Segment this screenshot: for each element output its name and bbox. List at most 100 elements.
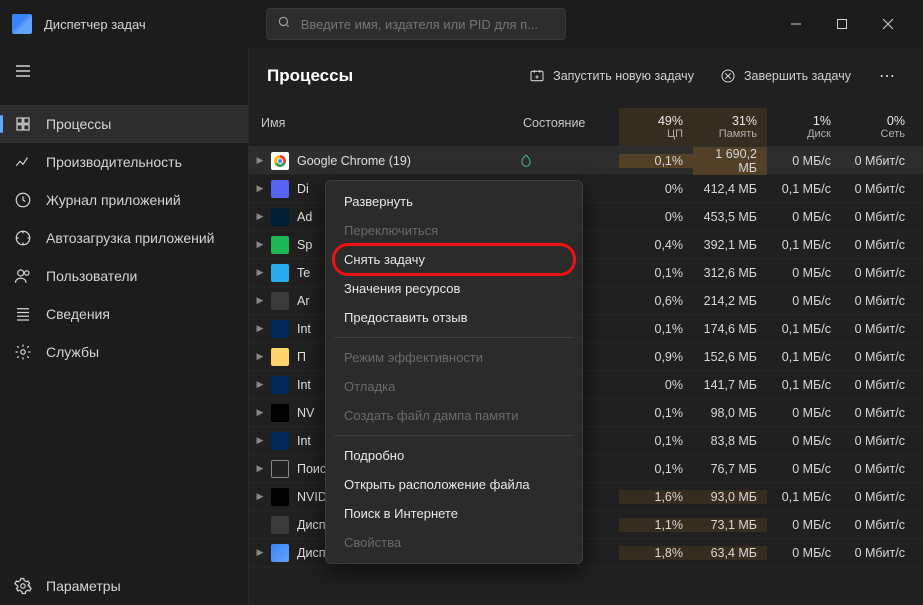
cell-memory: 412,4 МБ — [693, 182, 767, 196]
cell-cpu: 0,4% — [619, 238, 693, 252]
button-label: Запустить новую задачу — [553, 69, 694, 83]
cell-memory: 453,5 МБ — [693, 210, 767, 224]
context-separator — [334, 435, 574, 436]
sidebar-item-label: Процессы — [46, 116, 111, 132]
expand-chevron-icon[interactable]: ▶ — [249, 435, 271, 446]
context-item: Создать файл дампа памяти — [326, 401, 582, 430]
expand-chevron-icon[interactable]: ▶ — [249, 211, 271, 222]
cell-disk: 0 МБ/с — [767, 462, 841, 476]
column-cpu[interactable]: 49% ЦП — [619, 108, 693, 146]
context-item[interactable]: Снять задачу — [326, 245, 582, 274]
cell-disk: 0,1 МБ/с — [767, 182, 841, 196]
minimize-button[interactable] — [773, 8, 819, 40]
page-title: Процессы — [267, 66, 353, 86]
context-item[interactable]: Развернуть — [326, 187, 582, 216]
cell-memory: 1 690,2 МБ — [693, 147, 767, 175]
process-icon — [271, 488, 289, 506]
cell-disk: 0 МБ/с — [767, 518, 841, 532]
cell-disk: 0,1 МБ/с — [767, 490, 841, 504]
cell-cpu: 0,1% — [619, 154, 693, 168]
cell-network: 0 Мбит/с — [841, 434, 915, 448]
sidebar-item-performance[interactable]: Производительность — [0, 143, 248, 181]
end-task-button[interactable]: Завершить задачу — [714, 64, 857, 88]
performance-icon — [14, 153, 32, 171]
expand-chevron-icon[interactable]: ▶ — [249, 295, 271, 306]
cell-cpu: 0% — [619, 378, 693, 392]
search-input[interactable] — [301, 17, 555, 32]
expand-chevron-icon[interactable]: ▶ — [249, 155, 271, 166]
run-new-task-button[interactable]: Запустить новую задачу — [523, 64, 700, 88]
table-row[interactable]: ▶Google Chrome (19)0,1%1 690,2 МБ0 МБ/с0… — [249, 147, 923, 175]
expand-chevron-icon[interactable]: ▶ — [249, 351, 271, 362]
cell-network: 0 Мбит/с — [841, 210, 915, 224]
cell-disk: 0 МБ/с — [767, 210, 841, 224]
process-icon — [271, 460, 289, 478]
context-item[interactable]: Открыть расположение файла — [326, 470, 582, 499]
search-box[interactable] — [266, 8, 566, 40]
expand-chevron-icon[interactable]: ▶ — [249, 239, 271, 250]
sidebar-item-app-history[interactable]: Журнал приложений — [0, 181, 248, 219]
context-item: Отладка — [326, 372, 582, 401]
cell-disk: 0,1 МБ/с — [767, 378, 841, 392]
column-network[interactable]: 0% Сеть — [841, 108, 915, 146]
context-item[interactable]: Поиск в Интернете — [326, 499, 582, 528]
cell-network: 0 Мбит/с — [841, 378, 915, 392]
sidebar-item-label: Службы — [46, 344, 99, 360]
window-title: Диспетчер задач — [44, 17, 146, 32]
expand-chevron-icon[interactable]: ▶ — [249, 407, 271, 418]
window-controls — [773, 8, 911, 40]
table-header: Имя Состояние 49% ЦП 31% Память 1% Диск — [249, 108, 923, 147]
cell-cpu: 0,6% — [619, 294, 693, 308]
cell-memory: 214,2 МБ — [693, 294, 767, 308]
maximize-button[interactable] — [819, 8, 865, 40]
expand-chevron-icon[interactable]: ▶ — [249, 547, 271, 558]
sidebar-item-settings[interactable]: Параметры — [0, 567, 248, 605]
sidebar-item-label: Сведения — [46, 306, 110, 322]
column-name[interactable]: Имя — [249, 108, 519, 146]
sidebar-item-details[interactable]: Сведения — [0, 295, 248, 333]
more-button[interactable]: ⋯ — [871, 62, 905, 90]
sidebar-item-users[interactable]: Пользователи — [0, 257, 248, 295]
column-memory[interactable]: 31% Память — [693, 108, 767, 146]
sidebar-item-startup[interactable]: Автозагрузка приложений — [0, 219, 248, 257]
cell-cpu: 0% — [619, 182, 693, 196]
sidebar: Процессы Производительность Журнал прило… — [0, 48, 248, 605]
cell-disk: 0 МБ/с — [767, 294, 841, 308]
column-status[interactable]: Состояние — [519, 108, 619, 146]
expand-chevron-icon[interactable]: ▶ — [249, 463, 271, 474]
sidebar-item-label: Параметры — [46, 578, 121, 594]
cell-memory: 174,6 МБ — [693, 322, 767, 336]
expand-chevron-icon[interactable]: ▶ — [249, 491, 271, 502]
cell-cpu: 1,6% — [619, 490, 693, 504]
context-separator — [334, 337, 574, 338]
process-icon — [271, 404, 289, 422]
process-icon — [271, 432, 289, 450]
menu-toggle[interactable] — [0, 54, 248, 93]
column-disk[interactable]: 1% Диск — [767, 108, 841, 146]
expand-chevron-icon[interactable]: ▶ — [249, 183, 271, 194]
process-icon — [271, 236, 289, 254]
cell-memory: 93,0 МБ — [693, 490, 767, 504]
cell-network: 0 Мбит/с — [841, 294, 915, 308]
expand-chevron-icon[interactable]: ▶ — [249, 379, 271, 390]
context-item[interactable]: Предоставить отзыв — [326, 303, 582, 332]
expand-chevron-icon[interactable]: ▶ — [249, 323, 271, 334]
history-icon — [14, 191, 32, 209]
context-item[interactable]: Значения ресурсов — [326, 274, 582, 303]
cell-disk: 0,1 МБ/с — [767, 322, 841, 336]
cell-disk: 0 МБ/с — [767, 406, 841, 420]
sidebar-item-processes[interactable]: Процессы — [0, 105, 248, 143]
cell-memory: 98,0 МБ — [693, 406, 767, 420]
cell-network: 0 Мбит/с — [841, 518, 915, 532]
cell-cpu: 0,1% — [619, 266, 693, 280]
context-item[interactable]: Подробно — [326, 441, 582, 470]
process-icon — [271, 208, 289, 226]
close-button[interactable] — [865, 8, 911, 40]
expand-chevron-icon[interactable]: ▶ — [249, 267, 271, 278]
process-icon — [271, 292, 289, 310]
sidebar-item-label: Журнал приложений — [46, 192, 181, 208]
sidebar-item-services[interactable]: Службы — [0, 333, 248, 371]
cell-memory: 141,7 МБ — [693, 378, 767, 392]
sidebar-item-label: Автозагрузка приложений — [46, 230, 215, 246]
cell-network: 0 Мбит/с — [841, 490, 915, 504]
